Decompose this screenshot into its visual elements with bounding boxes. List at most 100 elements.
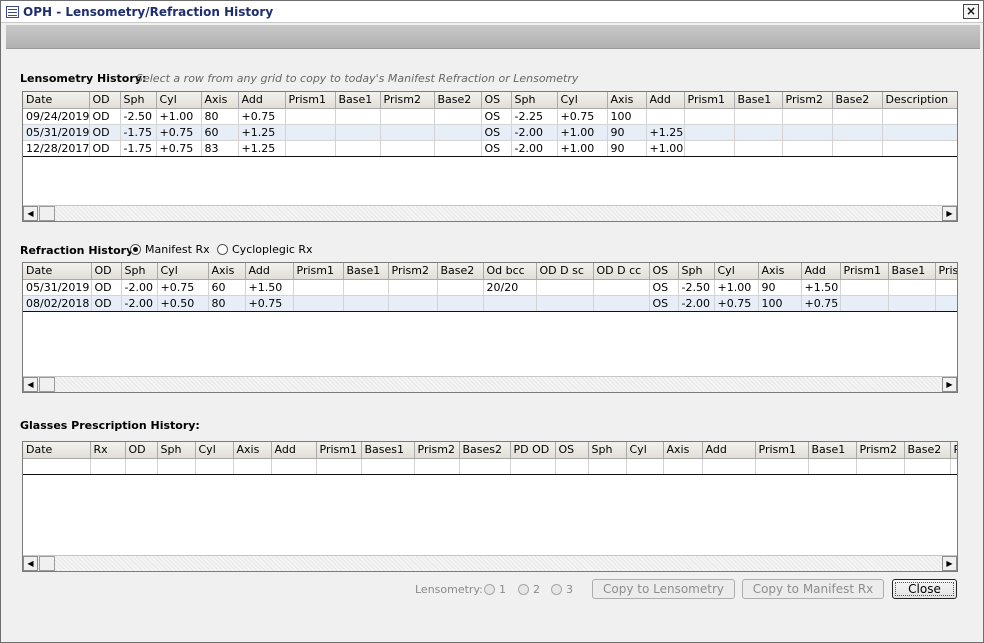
table-cell[interactable]: 80 [208,295,246,312]
column-header[interactable]: Description [882,92,957,109]
column-header[interactable]: Date [23,92,90,109]
table-cell[interactable]: +0.75 [156,124,202,141]
column-header[interactable]: Prism1 [285,92,336,109]
table-cell[interactable]: OD [89,124,121,141]
table-cell[interactable]: 90 [607,124,647,141]
column-header[interactable]: Prism1 [840,263,889,280]
column-header[interactable]: Cyl [195,442,234,459]
table-cell[interactable] [882,140,957,157]
table-cell[interactable]: +1.50 [801,279,841,296]
table-cell[interactable] [23,458,91,475]
glasses-grid[interactable]: Date Rx OD Sph Cyl Axis Add Prism1 Bases1 Prism2 B… [22,441,958,572]
column-header[interactable]: Add [245,263,294,280]
table-cell[interactable] [950,458,957,475]
table-cell[interactable] [593,295,650,312]
table-cell[interactable] [437,295,484,312]
table-cell[interactable] [832,108,883,125]
column-header[interactable]: OD D sc [536,263,594,280]
table-cell[interactable] [510,458,556,475]
table-cell[interactable] [316,458,362,475]
table-cell[interactable] [125,458,158,475]
scroll-right-arrow-icon[interactable]: ▶ [942,556,957,571]
table-cell[interactable] [663,458,703,475]
column-header[interactable]: OD [89,92,121,109]
column-header[interactable]: Sph [678,263,715,280]
table-cell[interactable] [840,295,889,312]
table-cell[interactable] [90,458,126,475]
table-cell[interactable] [536,279,594,296]
lensometry-option-3-radio[interactable] [551,584,562,595]
table-cell[interactable] [536,295,594,312]
table-cell[interactable]: 60 [208,279,246,296]
window-close-icon[interactable]: × [963,4,979,19]
table-cell[interactable] [437,279,484,296]
lensometry-option-1[interactable]: 1 [484,583,506,596]
table-row[interactable]: 08/02/2018 OD -2.00 +0.50 80 +0.75 OS -2.00 +0.7… [23,295,957,312]
table-cell[interactable] [459,458,511,475]
column-header[interactable]: Base1 [734,92,783,109]
table-cell[interactable]: -2.50 [120,108,157,125]
column-header[interactable]: Cyl [626,442,664,459]
table-cell[interactable]: -1.75 [120,140,157,157]
column-header[interactable]: Prism2 [856,442,905,459]
table-cell[interactable]: +0.75 [801,295,841,312]
table-cell[interactable] [734,124,783,141]
table-cell[interactable] [388,279,438,296]
column-header[interactable]: Prism2 [388,263,438,280]
cycloplegic-rx-option[interactable]: Cycloplegic Rx [217,243,313,256]
table-cell[interactable]: 100 [758,295,802,312]
column-header[interactable]: OD D cc [593,263,650,280]
table-cell[interactable] [555,458,589,475]
column-header[interactable]: PD OD [510,442,556,459]
column-header[interactable]: Prism2 [380,92,435,109]
table-cell[interactable] [271,458,317,475]
table-cell[interactable] [832,140,883,157]
manifest-rx-radio[interactable] [130,244,141,255]
table-cell[interactable] [434,108,482,125]
table-cell[interactable]: 08/02/2018 [23,295,92,312]
table-cell[interactable]: +1.25 [238,140,286,157]
table-cell[interactable] [646,108,685,125]
column-header[interactable]: Base1 [335,92,381,109]
column-header[interactable]: Prism1 [293,263,344,280]
table-cell[interactable] [840,279,889,296]
table-cell[interactable] [380,140,435,157]
column-header[interactable]: Add [801,263,841,280]
table-cell[interactable]: 05/31/2019 [23,279,92,296]
column-header[interactable]: Base1 [808,442,857,459]
column-header[interactable]: Base2 [437,263,484,280]
table-cell[interactable]: +1.00 [156,108,202,125]
table-cell[interactable] [904,458,951,475]
column-header[interactable]: Sph [588,442,627,459]
table-cell[interactable] [734,108,783,125]
column-header[interactable]: OD [91,263,122,280]
column-header[interactable]: Prism2 [935,263,957,280]
column-header[interactable]: OS [649,263,679,280]
column-header[interactable]: Add [271,442,317,459]
table-cell[interactable]: +0.75 [156,140,202,157]
table-cell[interactable]: -2.25 [511,108,558,125]
column-header[interactable]: OS [481,92,512,109]
table-cell[interactable]: 12/28/2017 [23,140,90,157]
table-cell[interactable] [343,295,389,312]
lensometry-option-3[interactable]: 3 [551,583,573,596]
table-cell[interactable]: +1.50 [245,279,294,296]
column-header[interactable]: Sph [511,92,558,109]
column-header[interactable]: Cyl [714,263,759,280]
column-header[interactable]: Cyl [557,92,608,109]
lensometry-grid[interactable]: Date OD Sph Cyl Axis Add Prism1 Base1 Prism2 Base… [22,91,958,222]
table-cell[interactable]: OD [91,295,122,312]
column-header[interactable]: Bases1 [361,442,415,459]
table-cell[interactable] [935,279,957,296]
table-row[interactable] [23,458,957,475]
column-header[interactable]: Date [23,263,92,280]
table-cell[interactable]: OD [89,140,121,157]
table-cell[interactable]: OS [481,124,512,141]
table-cell[interactable] [388,295,438,312]
table-cell[interactable] [293,279,344,296]
table-cell[interactable]: -1.75 [120,124,157,141]
table-cell[interactable] [380,108,435,125]
column-header[interactable]: Prism1 [316,442,362,459]
column-header[interactable]: Prism2 [782,92,833,109]
table-cell[interactable] [434,124,482,141]
